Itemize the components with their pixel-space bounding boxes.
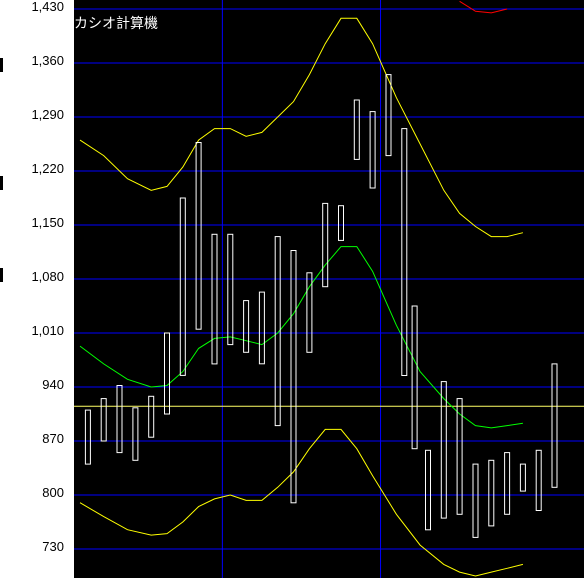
y-tick-label: 730 <box>42 539 64 554</box>
y-tick-label: 1,010 <box>31 323 64 338</box>
y-tick-label: 800 <box>42 485 64 500</box>
candlestick-chart <box>74 0 584 578</box>
y-tick-label: 1,290 <box>31 107 64 122</box>
x-tick-label: 1997 <box>92 560 119 574</box>
y-tick-label: 1,080 <box>31 269 64 284</box>
y-tick-label: 1,150 <box>31 215 64 230</box>
chart-title: カシオ計算機 <box>74 16 158 32</box>
y-tick-label: 1,360 <box>31 53 64 68</box>
y-tick-label: 870 <box>42 431 64 446</box>
y-tick-label: 1,430 <box>31 0 64 14</box>
x-tick-label: 1999 <box>408 560 436 574</box>
x-tick-label: 1998 <box>250 560 277 574</box>
y-tick-label: 940 <box>42 377 64 392</box>
y-tick-label: 1,220 <box>31 161 64 176</box>
plot-background <box>74 0 584 578</box>
